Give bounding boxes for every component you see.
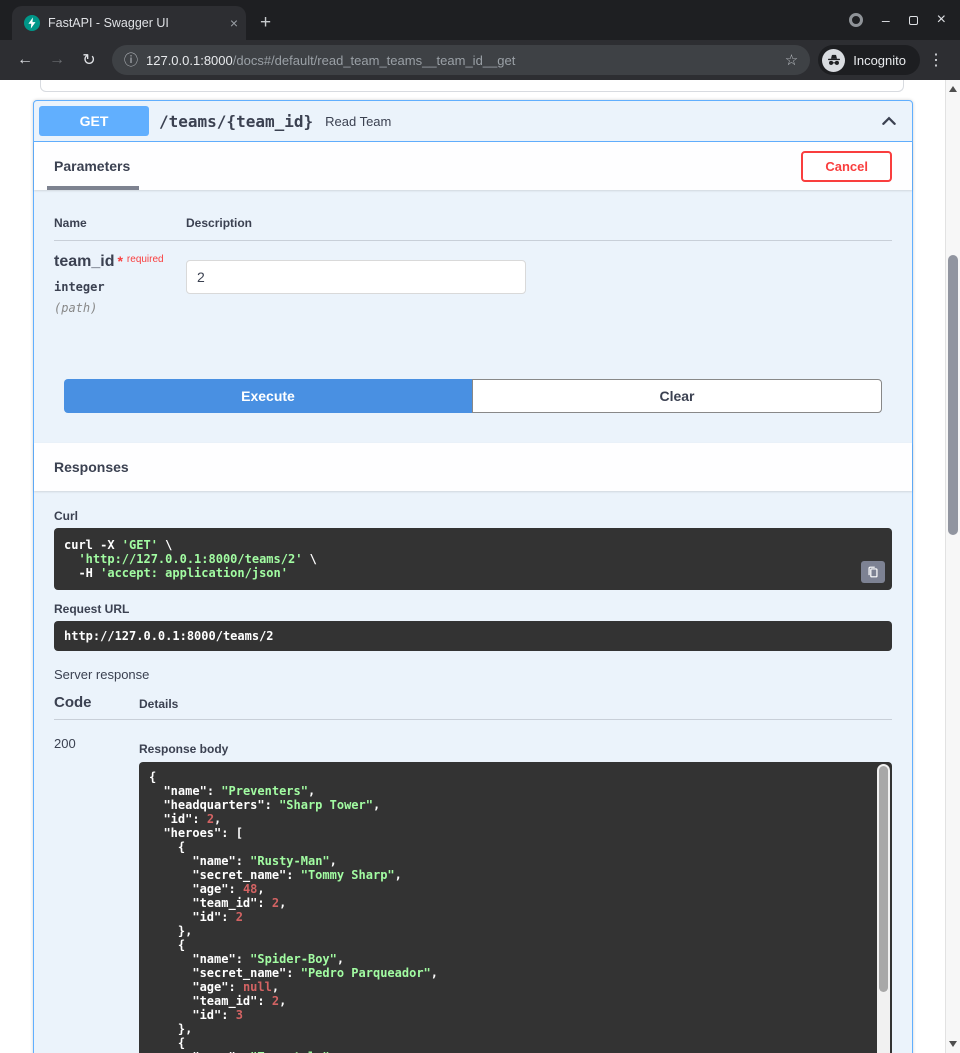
response-body-block: { "name": "Preventers", "headquarters": … [139,762,892,1053]
reload-icon[interactable]: ↻ [74,45,104,75]
response-json: { "name": "Preventers", "headquarters": … [149,770,866,1053]
active-tab-underline [47,186,139,190]
maximize-icon [909,16,918,25]
team-id-input[interactable] [186,260,526,294]
forward-icon[interactable]: → [42,45,72,75]
browser-toolbar: ← → ↻ ⓘ 127.0.0.1:8000/docs#/default/rea… [0,40,960,80]
endpoint-path: /teams/{team_id} [159,112,313,131]
details-column-header: Details [139,697,892,711]
bookmark-star-icon[interactable]: ☆ [785,51,798,69]
parameter-row: team_id* required integer (path) [54,241,892,315]
incognito-badge: Incognito [818,45,920,75]
required-label: required [127,254,164,265]
scroll-up-arrow-icon[interactable] [949,86,957,92]
fastapi-favicon-icon [24,15,40,31]
parameters-table-head: Name Description [54,202,892,241]
circle-status-icon [849,13,863,27]
request-url-value: http://127.0.0.1:8000/teams/2 [54,621,892,651]
responses-header: Responses [34,443,912,491]
response-table-head: Code Details [54,694,892,720]
incognito-label: Incognito [853,53,906,68]
address-bar[interactable]: ⓘ 127.0.0.1:8000/docs#/default/read_team… [112,45,810,75]
opblock-get-team: GET /teams/{team_id} Read Team Parameter… [33,100,913,1053]
maximize-button[interactable] [909,16,918,25]
window-controls: – × [849,0,946,40]
parameter-location: (path) [54,301,186,315]
opblock-summary[interactable]: GET /teams/{team_id} Read Team [34,101,912,142]
endpoint-summary: Read Team [325,114,391,129]
method-badge: GET [39,106,149,136]
parameters-header: Parameters Cancel [34,142,912,190]
server-response-label: Server response [54,667,892,682]
status-code: 200 [54,736,139,1053]
code-column-header: Code [54,694,139,711]
responses-body: Curl curl -X 'GET' \ 'http://127.0.0.1:8… [34,491,912,1053]
column-description-header: Description [186,216,892,230]
page-content: GET /teams/{team_id} Read Team Parameter… [0,80,945,1053]
browser-titlebar: FastAPI - Swagger UI × + – × [0,0,960,40]
response-body-label: Response body [139,742,892,756]
response-scrollbar[interactable] [877,764,890,1053]
browser-tab[interactable]: FastAPI - Swagger UI × [12,6,246,40]
swagger-page: GET /teams/{team_id} Read Team Parameter… [0,80,960,1053]
parameter-name: team_id [54,253,114,270]
execute-button[interactable]: Execute [64,379,472,413]
copy-icon[interactable] [861,561,885,583]
browser-menu-icon[interactable]: ⋮ [922,46,950,74]
chevron-up-icon[interactable] [880,112,898,130]
column-name-header: Name [54,216,186,230]
parameter-type: integer [54,280,186,294]
page-scrollbar[interactable] [945,80,960,1053]
scroll-down-arrow-icon[interactable] [949,1041,957,1047]
required-asterisk: * [117,253,122,269]
window-close-button[interactable]: × [937,12,946,28]
responses-title: Responses [54,459,129,475]
back-icon[interactable]: ← [10,45,40,75]
url-host: 127.0.0.1:8000 [146,53,233,68]
url-path: /docs#/default/read_team_teams__team_id_… [233,53,516,68]
parameters-title: Parameters [54,158,130,174]
curl-command-block: curl -X 'GET' \ 'http://127.0.0.1:8000/t… [54,528,892,590]
previous-block-edge [40,80,904,92]
response-row: 200 Response body { "name": "Preventers"… [54,720,892,1053]
request-url-label: Request URL [54,602,892,616]
page-scrollbar-thumb[interactable] [948,255,958,535]
curl-label: Curl [54,491,892,523]
incognito-icon [822,49,845,72]
site-info-icon[interactable]: ⓘ [124,50,138,70]
browser-window: FastAPI - Swagger UI × + – × ← → ↻ ⓘ 127… [0,0,960,1053]
minimize-button[interactable]: – [882,13,890,27]
execute-row: Execute Clear [64,379,882,413]
parameters-table: Name Description team_id* required intege… [34,190,912,443]
response-scrollbar-thumb[interactable] [879,766,888,992]
parameter-name-line: team_id* required [54,253,186,271]
new-tab-button[interactable]: + [260,13,271,32]
curl-command: curl -X 'GET' \ 'http://127.0.0.1:8000/t… [64,538,882,580]
tab-close-icon[interactable]: × [230,16,238,30]
url-text: 127.0.0.1:8000/docs#/default/read_team_t… [146,53,777,68]
clear-button[interactable]: Clear [472,379,882,413]
tab-title: FastAPI - Swagger UI [48,16,222,30]
cancel-button[interactable]: Cancel [801,151,892,182]
